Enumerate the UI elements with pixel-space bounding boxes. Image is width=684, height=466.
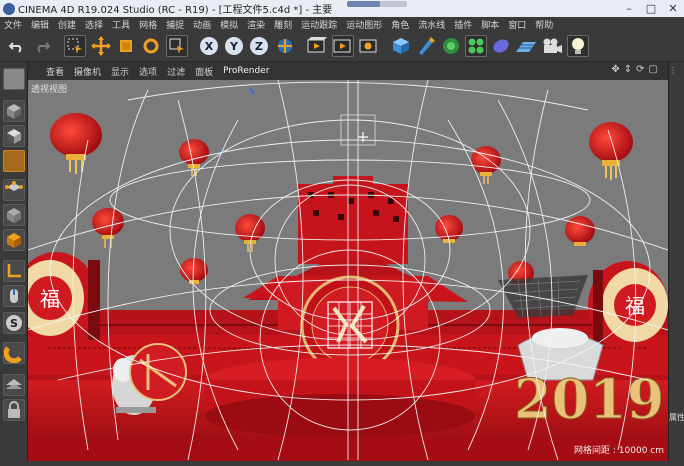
live-select-icon[interactable] [64, 35, 86, 57]
menu-script[interactable]: 脚本 [481, 18, 499, 31]
viewport-menu-panel[interactable]: 面板 [195, 65, 213, 78]
right-side-panel: ⋮ 属性 [668, 62, 684, 466]
menu-mograph[interactable]: 运动图形 [346, 18, 382, 31]
window-title: CINEMA 4D R19.024 Studio (RC - R19) - [工… [18, 5, 333, 16]
window-titlebar: CINEMA 4D R19.024 Studio (RC - R19) - [工… [0, 0, 684, 17]
viewport-menu-view[interactable]: 查看 [46, 65, 64, 78]
menu-edit[interactable]: 编辑 [31, 18, 49, 31]
coordinate-system-icon[interactable] [274, 35, 296, 57]
bottom-status-strip [0, 461, 684, 466]
progress-fill [347, 1, 380, 7]
cube-icon[interactable] [390, 35, 412, 57]
points-mode-icon[interactable] [3, 179, 25, 201]
scene-canvas: 福 福 2019 [28, 80, 668, 461]
render-picture-viewer-icon[interactable] [332, 35, 354, 57]
menu-plugins[interactable]: 插件 [454, 18, 472, 31]
y-axis-label: Y [225, 37, 243, 55]
menu-simulate[interactable]: 模拟 [220, 18, 238, 31]
texture-mode-icon[interactable] [3, 125, 25, 147]
svg-text:福: 福 [625, 294, 645, 318]
menu-select[interactable]: 选择 [85, 18, 103, 31]
undo-icon[interactable] [6, 35, 28, 57]
attributes-side-label[interactable]: 属性 [669, 412, 684, 423]
viewport-label: 透视视图 [31, 85, 68, 95]
deformer-icon[interactable] [490, 35, 512, 57]
render-settings-icon[interactable] [358, 35, 380, 57]
make-editable-icon[interactable] [3, 68, 25, 90]
light-icon[interactable] [567, 35, 589, 57]
menu-pipeline[interactable]: 流水线 [418, 18, 445, 31]
axis-icon[interactable] [3, 260, 25, 282]
move-view-icon[interactable]: ✥ [611, 64, 619, 75]
perspective-viewport[interactable]: 透视视图 福 福 2019 网格间距: 10000 cm [28, 80, 668, 461]
svg-text:S: S [10, 317, 18, 330]
viewport-menu-display[interactable]: 显示 [111, 65, 129, 78]
floor-icon[interactable] [515, 35, 537, 57]
model-mode-icon[interactable] [3, 100, 25, 122]
pen-icon[interactable] [415, 35, 437, 57]
fu-drum-right: 福 [588, 261, 668, 349]
main-menubar: 文件 编辑 创建 选择 工具 网格 捕捉 动画 模拟 渲染 雕刻 运动跟踪 运动… [0, 17, 684, 32]
lock-icon[interactable] [3, 399, 25, 421]
tweak-icon[interactable] [3, 285, 25, 307]
close-icon[interactable]: ✕ [662, 0, 684, 17]
grid-spacing-readout: 网格间距 : 10000 cm [574, 446, 664, 456]
polygons-mode-icon[interactable] [3, 229, 25, 251]
scale-icon[interactable] [115, 35, 137, 57]
titlebar-progress-bar [347, 1, 407, 7]
subdivision-icon[interactable] [440, 35, 462, 57]
menu-motion-tracking[interactable]: 运动跟踪 [301, 18, 337, 31]
menu-sculpt[interactable]: 雕刻 [274, 18, 292, 31]
menu-file[interactable]: 文件 [4, 18, 22, 31]
menu-window[interactable]: 窗口 [508, 18, 526, 31]
menu-animate[interactable]: 动画 [193, 18, 211, 31]
camera-icon[interactable] [541, 35, 563, 57]
cinema4d-app-icon [3, 2, 15, 15]
x-axis-lock-icon[interactable]: X [198, 35, 220, 57]
rotate-icon[interactable] [140, 35, 162, 57]
recent-tool-icon[interactable] [166, 35, 188, 57]
rotate-view-icon[interactable]: ⟳ [636, 64, 644, 75]
zoom-view-icon[interactable]: ⇕ [624, 64, 632, 75]
maximize-icon[interactable]: □ [640, 0, 662, 17]
edges-mode-icon[interactable] [3, 204, 25, 226]
magnet-icon[interactable] [3, 342, 25, 364]
menu-render[interactable]: 渲染 [247, 18, 265, 31]
layer-icon[interactable] [3, 374, 25, 396]
move-icon[interactable] [90, 35, 112, 57]
viewport-menu-options[interactable]: 选项 [139, 65, 157, 78]
viewport-menu-cameras[interactable]: 摄像机 [74, 65, 101, 78]
menu-create[interactable]: 创建 [58, 18, 76, 31]
viewport-menu-filter[interactable]: 过滤 [167, 65, 185, 78]
panel-tab-marker[interactable]: ⋮ [669, 66, 684, 76]
svg-text:福: 福 [40, 287, 60, 311]
workplane-icon[interactable] [3, 150, 25, 172]
redo-icon[interactable] [31, 35, 53, 57]
viewport-menu-prorender[interactable]: ProRender [223, 66, 269, 76]
fu-plaque-left [129, 343, 187, 401]
y-axis-lock-icon[interactable]: Y [223, 35, 245, 57]
z-axis-lock-icon[interactable]: Z [248, 35, 270, 57]
main-toolbar: X Y Z [0, 32, 684, 62]
menu-mesh[interactable]: 网格 [139, 18, 157, 31]
left-mode-toolbar: S [0, 62, 28, 466]
minimize-icon[interactable]: – [618, 0, 640, 17]
fu-drum-left: 福 [28, 252, 100, 344]
x-axis-label: X [200, 37, 218, 55]
render-view-icon[interactable] [306, 35, 328, 57]
z-axis-label: Z [250, 37, 268, 55]
menu-snap[interactable]: 捕捉 [166, 18, 184, 31]
snap-icon[interactable]: S [3, 312, 25, 334]
menu-tools[interactable]: 工具 [112, 18, 130, 31]
maximize-view-icon[interactable]: ▢ [649, 64, 658, 75]
menu-character[interactable]: 角色 [391, 18, 409, 31]
menu-help[interactable]: 帮助 [535, 18, 553, 31]
cloner-icon[interactable] [465, 35, 487, 57]
viewport-menubar: 查看 摄像机 显示 选项 过滤 面板 ProRender ✥ ⇕ ⟳ ▢ [28, 62, 668, 80]
